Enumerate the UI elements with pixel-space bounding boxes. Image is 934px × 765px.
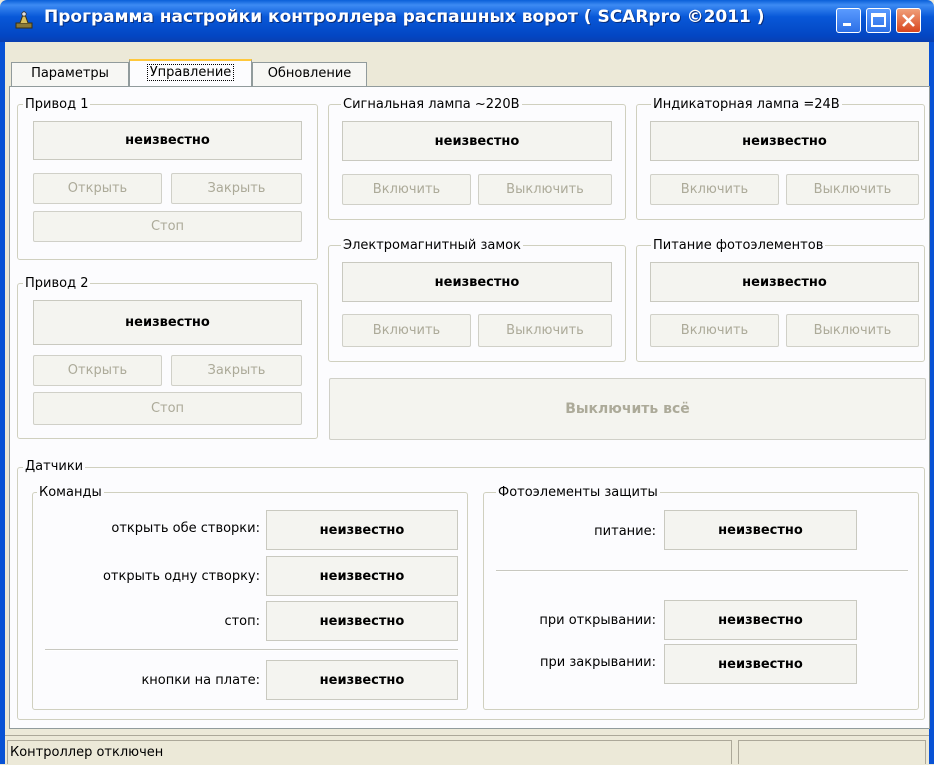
drive2-stop-button[interactable]: Стоп: [33, 392, 302, 425]
em-lock-title: Электромагнитный замок: [341, 238, 523, 253]
em-lock-off-button[interactable]: Выключить: [478, 314, 612, 347]
cmd-board-buttons-status: неизвестно: [266, 660, 458, 700]
signal-lamp-status: неизвестно: [342, 121, 612, 161]
photo-power-on-button[interactable]: Включить: [650, 314, 779, 347]
cmd-open-one-label: открыть одну створку:: [102, 569, 260, 584]
indicator-lamp-on-button[interactable]: Включить: [650, 174, 779, 205]
cmd-stop-status: неизвестно: [266, 601, 458, 641]
drive1-status: неизвестно: [33, 121, 302, 160]
indicator-lamp-off-button[interactable]: Выключить: [786, 174, 919, 205]
status-pane-right: [738, 740, 926, 764]
cmd-board-buttons-label: кнопки на плате:: [141, 673, 260, 688]
drive1-open-button[interactable]: Открыть: [33, 173, 162, 204]
window-frame-left: [0, 42, 5, 764]
photocells-closing-status: неизвестно: [664, 644, 857, 684]
photocells-power-label: питание:: [594, 524, 656, 539]
commands-title: Команды: [37, 485, 104, 500]
close-button[interactable]: [896, 8, 921, 33]
drive1-close-button[interactable]: Закрыть: [171, 173, 302, 204]
drive2-close-button[interactable]: Закрыть: [171, 355, 302, 386]
indicator-lamp-status: неизвестно: [650, 121, 919, 161]
commands-separator: [45, 649, 458, 651]
minimize-button[interactable]: [836, 8, 861, 33]
tab-update[interactable]: Обновление: [252, 62, 367, 86]
drive2-open-button[interactable]: Открыть: [33, 355, 162, 386]
drive1-title: Привод 1: [23, 97, 91, 112]
drive2-title: Привод 2: [23, 276, 91, 291]
sensors-title: Датчики: [23, 459, 86, 474]
photocells-power-status: неизвестно: [664, 510, 857, 550]
photo-power-status: неизвестно: [650, 262, 919, 302]
minimize-icon: [843, 23, 851, 26]
photocells-separator: [496, 570, 908, 572]
close-icon: [902, 14, 915, 27]
maximize-button[interactable]: [866, 8, 891, 33]
em-lock-on-button[interactable]: Включить: [342, 314, 471, 347]
cmd-open-one-status: неизвестно: [266, 556, 458, 596]
cmd-open-both-label: открыть обе створки:: [111, 521, 260, 536]
drive2-status: неизвестно: [33, 300, 302, 345]
app-icon[interactable]: [14, 9, 34, 31]
drive1-stop-button[interactable]: Стоп: [33, 211, 302, 242]
turn-all-off-button[interactable]: Выключить всё: [329, 378, 926, 440]
cmd-stop-label: стоп:: [224, 614, 260, 629]
window-title: Программа настройки контроллера распашны…: [44, 7, 765, 27]
cmd-open-both-status: неизвестно: [266, 510, 458, 550]
tab-control[interactable]: Управление: [129, 59, 252, 86]
status-message: Контроллер отключен: [7, 740, 732, 764]
signal-lamp-title: Сигнальная лампа ~220В: [341, 97, 522, 112]
signal-lamp-off-button[interactable]: Выключить: [478, 174, 612, 205]
photocells-title: Фотоэлементы защиты: [496, 485, 660, 500]
photocells-opening-label: при открывании:: [539, 613, 656, 628]
maximize-icon: [871, 13, 886, 27]
em-lock-status: неизвестно: [342, 262, 612, 302]
signal-lamp-on-button[interactable]: Включить: [342, 174, 471, 205]
photo-power-title: Питание фотоэлементов: [651, 238, 826, 253]
tab-parameters[interactable]: Параметры: [11, 62, 129, 86]
photo-power-off-button[interactable]: Выключить: [786, 314, 919, 347]
photocells-opening-status: неизвестно: [664, 600, 857, 640]
indicator-lamp-title: Индикаторная лампа =24В: [651, 97, 842, 112]
photocells-closing-label: при закрывании:: [540, 655, 656, 670]
